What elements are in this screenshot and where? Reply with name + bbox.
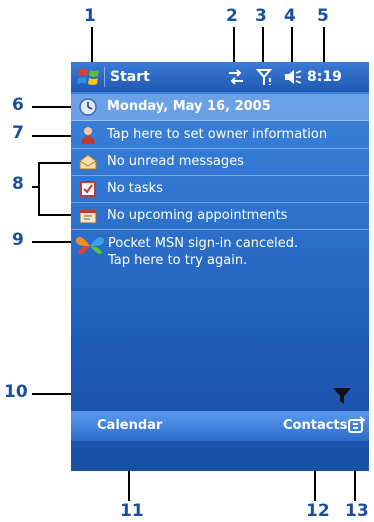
owner-row[interactable]: Tap here to set owner information	[71, 122, 369, 149]
callout-13: 13	[345, 501, 369, 521]
callout-12: 12	[306, 501, 330, 521]
appointments-label: No upcoming appointments	[107, 208, 288, 223]
callout-11: 11	[120, 501, 144, 521]
callout-2: 2	[226, 6, 238, 26]
callout-6: 6	[12, 95, 24, 115]
start-menu-label[interactable]: Start	[110, 69, 150, 85]
tasks-label: No tasks	[107, 181, 163, 196]
owner-info-label: Tap here to set owner information	[107, 127, 328, 142]
navigation-bar: Start 8:19	[71, 62, 369, 92]
date-row[interactable]: Monday, May 16, 2005	[71, 94, 369, 121]
callout-9: 9	[12, 230, 24, 250]
callout-10: 10	[4, 382, 28, 402]
callout-1: 1	[84, 6, 96, 26]
checkbox-icon	[78, 179, 98, 199]
tasks-row[interactable]: No tasks	[71, 176, 369, 203]
windows-flag-icon[interactable]	[77, 66, 101, 88]
softkey-bar: Calendar Contacts	[71, 411, 369, 441]
msn-butterfly-icon[interactable]	[75, 233, 105, 263]
msn-status-line-2: Tap here to try again.	[108, 253, 248, 268]
envelope-icon	[78, 152, 98, 172]
callout-7: 7	[12, 123, 24, 143]
connectivity-arrows-icon[interactable]	[227, 67, 245, 91]
messages-label: No unread messages	[107, 154, 244, 169]
date-label: Monday, May 16, 2005	[107, 99, 271, 114]
callout-4: 4	[284, 6, 296, 26]
msn-status-line-1: Pocket MSN sign-in canceled.	[108, 236, 299, 251]
clock-icon	[78, 97, 98, 117]
callout-3: 3	[255, 6, 267, 26]
speaker-icon[interactable]	[283, 67, 303, 91]
device-screen: Start 8:19 Monday, May 16, 2005 Tap here…	[71, 62, 369, 471]
callout-5: 5	[317, 6, 329, 26]
calendar-icon	[78, 206, 98, 226]
leader-bracket-8-stub	[32, 186, 40, 188]
funnel-icon[interactable]	[332, 387, 352, 409]
msn-status[interactable]: Pocket MSN sign-in canceled. Tap here to…	[108, 235, 298, 269]
callout-8: 8	[12, 174, 24, 194]
title-separator	[104, 67, 105, 87]
messages-row[interactable]: No unread messages	[71, 149, 369, 176]
leader-bracket-8-vertical	[38, 162, 40, 216]
calendar-softkey[interactable]: Calendar	[97, 418, 162, 433]
keyboard-input-icon[interactable]	[346, 415, 366, 441]
signal-antenna-icon[interactable]	[255, 67, 274, 91]
person-icon	[78, 125, 98, 145]
contacts-softkey[interactable]: Contacts	[283, 418, 347, 433]
clock-time[interactable]: 8:19	[307, 69, 342, 85]
appointments-row[interactable]: No upcoming appointments	[71, 203, 369, 230]
